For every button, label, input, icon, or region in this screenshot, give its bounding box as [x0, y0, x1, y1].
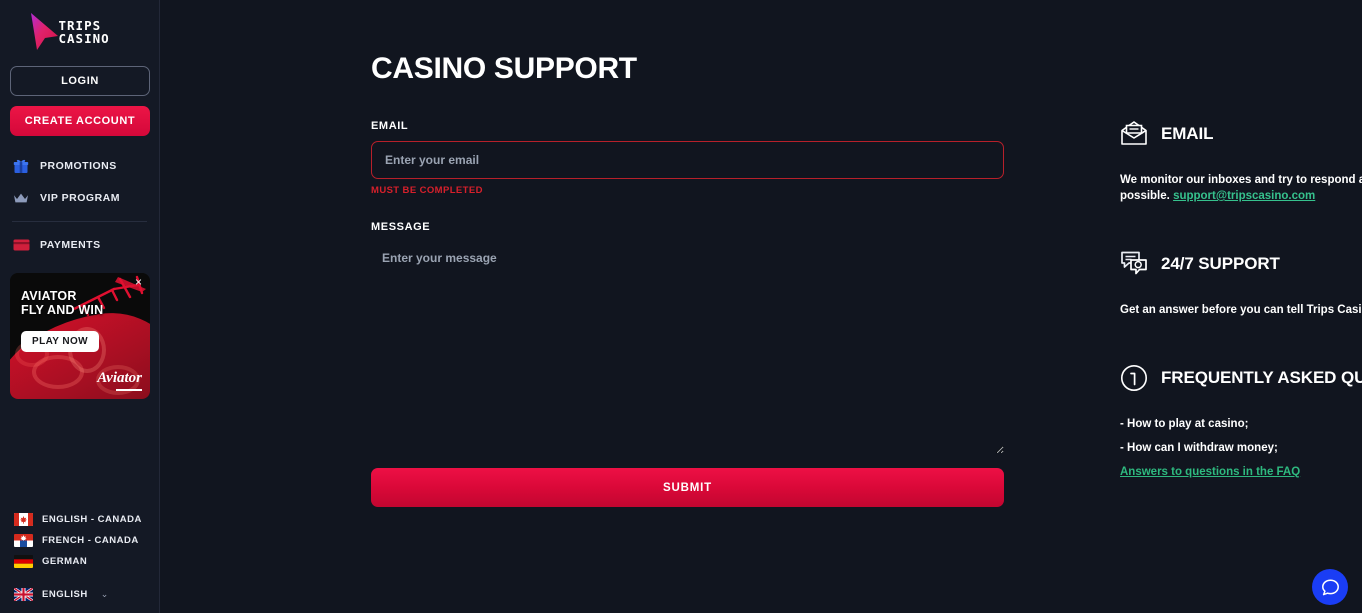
language-item-german[interactable]: GERMAN — [0, 551, 160, 572]
support-email-link[interactable]: support@tripscasino.com — [1173, 190, 1315, 202]
chat-bubbles-icon — [1120, 250, 1148, 278]
info-block-email: EMAIL We monitor our inboxes and try to … — [1120, 120, 1362, 204]
sidebar-item-vip-program-label: VIP PROGRAM — [40, 192, 120, 204]
info-block-support-header: 24/7 SUPPORT — [1120, 250, 1362, 278]
create-account-button[interactable]: CREATE ACCOUNT — [10, 106, 150, 136]
support-info-column: EMAIL We monitor our inboxes and try to … — [1120, 120, 1362, 526]
info-block-support-text: Get an answer before you can tell Trips … — [1120, 304, 1362, 316]
chat-widget-button[interactable] — [1312, 569, 1348, 605]
banner-title-line1: AVIATOR — [21, 289, 77, 303]
flag-french-canada-icon — [14, 534, 33, 547]
language-item-english-canada[interactable]: ENGLISH - CANADA — [0, 509, 160, 530]
info-block-email-title: EMAIL — [1161, 124, 1214, 143]
sidebar-item-vip-program[interactable]: VIP PROGRAM — [0, 182, 159, 214]
sidebar: TRIPS CASINO LOGIN CREATE ACCOUNT PROMOT… — [0, 0, 160, 613]
submit-button[interactable]: SUBMIT — [371, 468, 1004, 507]
faq-item: - How can I withdraw money; — [1120, 442, 1278, 454]
message-label: MESSAGE — [371, 221, 431, 233]
logo-text: TRIPS CASINO — [59, 19, 110, 45]
language-selector[interactable]: ENGLISH ⌄ — [0, 584, 160, 605]
language-item-english-canada-label: ENGLISH - CANADA — [42, 514, 142, 525]
info-circle-icon — [1120, 364, 1148, 392]
sidebar-divider — [12, 221, 147, 222]
login-button[interactable]: LOGIN — [10, 66, 150, 96]
message-textarea[interactable] — [371, 242, 1004, 454]
sidebar-item-payments-label: PAYMENTS — [40, 239, 101, 251]
language-item-french-canada[interactable]: FRENCH - CANADA — [0, 530, 160, 551]
flag-germany-icon — [14, 555, 33, 568]
language-item-german-label: GERMAN — [42, 556, 88, 567]
banner-title-line2: FLY AND WIN — [21, 303, 104, 317]
email-error-message: MUST BE COMPLETED — [371, 185, 483, 196]
flag-uk-icon — [14, 588, 33, 601]
banner-play-now-button[interactable]: PLAY NOW — [21, 331, 99, 352]
sidebar-nav: PROMOTIONS VIP PROGRAM PAYMENTS — [0, 150, 159, 261]
support-form: EMAIL MUST BE COMPLETED MESSAGE SUBMIT — [371, 120, 1004, 507]
info-block-support-title: 24/7 SUPPORT — [1161, 254, 1280, 273]
chevron-down-icon: ⌄ — [100, 589, 109, 599]
sidebar-item-promotions[interactable]: PROMOTIONS — [0, 150, 159, 182]
app-root: TRIPS CASINO LOGIN CREATE ACCOUNT PROMOT… — [0, 0, 1362, 613]
info-block-support: 24/7 SUPPORT Get an answer before you ca… — [1120, 250, 1362, 318]
sidebar-item-promotions-label: PROMOTIONS — [40, 160, 117, 172]
logo[interactable]: TRIPS CASINO — [0, 0, 159, 58]
info-block-faq-title: FREQUENTLY ASKED QUESTIONS — [1161, 368, 1362, 387]
email-input[interactable] — [371, 141, 1004, 179]
info-block-faq: FREQUENTLY ASKED QUESTIONS - How to play… — [1120, 364, 1362, 480]
flag-canada-icon — [14, 513, 33, 526]
banner-title: AVIATOR FLY AND WIN — [21, 289, 103, 317]
envelope-icon — [1120, 120, 1148, 148]
page-title: CASINO SUPPORT — [371, 52, 637, 85]
sidebar-item-payments[interactable]: PAYMENTS — [0, 229, 159, 261]
gift-icon — [12, 157, 30, 175]
crown-icon — [12, 189, 30, 207]
info-block-email-header: EMAIL — [1120, 120, 1362, 148]
credit-card-icon — [12, 236, 30, 254]
logo-arrow-icon — [30, 13, 58, 50]
faq-item: - How to play at casino; — [1120, 418, 1249, 430]
email-label: EMAIL — [371, 120, 409, 132]
banner-close-icon[interactable]: × — [132, 276, 145, 289]
language-list: ENGLISH - CANADA FRENCH - CANADA GERMAN … — [0, 509, 160, 605]
info-block-email-body: We monitor our inboxes and try to respon… — [1120, 172, 1362, 204]
chat-bubble-icon — [1321, 578, 1339, 595]
language-item-french-canada-label: FRENCH - CANADA — [42, 535, 139, 546]
language-selector-label: ENGLISH — [42, 589, 88, 600]
main-content: CASINO SUPPORT EMAIL MUST BE COMPLETED M… — [160, 0, 1362, 613]
info-block-faq-body: - How to play at casino; - How can I wit… — [1120, 416, 1362, 480]
logo-text-line2: CASINO — [58, 31, 110, 46]
faq-link[interactable]: Answers to questions in the FAQ — [1120, 464, 1300, 480]
banner-brand-label: Aviator — [97, 370, 142, 391]
aviator-banner[interactable]: AVIATOR FLY AND WIN PLAY NOW Aviator × — [10, 273, 150, 399]
info-block-faq-header: FREQUENTLY ASKED QUESTIONS — [1120, 364, 1362, 392]
